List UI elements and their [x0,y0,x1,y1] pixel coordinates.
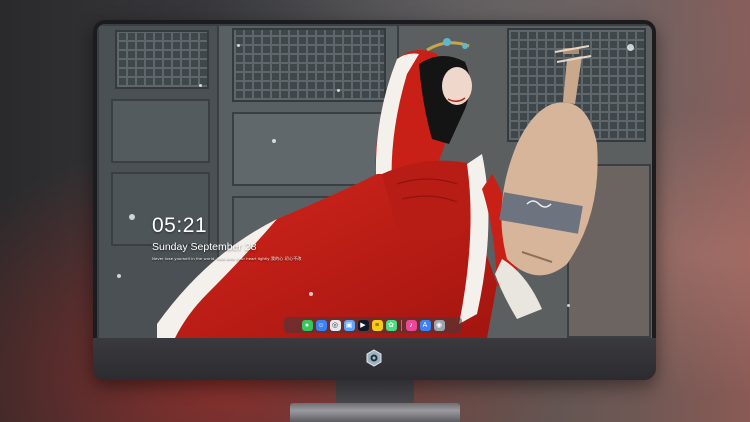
monitor-stand-base [290,403,460,422]
screen: 05:21 Sunday September 28 Never lose you… [97,24,652,338]
lock-screen-clock: 05:21 [152,214,208,237]
itunes-icon[interactable]: ♪ [405,319,417,331]
snowflake [199,84,202,87]
monitor-logo-icon [366,349,382,367]
monitor: 05:21 Sunday September 28 Never lose you… [93,20,656,380]
preview-icon[interactable]: ▣ [343,319,355,331]
wallpaper-figure [157,38,598,338]
snowflake [309,292,313,296]
lock-screen-date: Sunday September 28 [152,241,257,253]
dock: ● ☺ ◎ ▣ ▶ ≡ ✿ ♪ A ◉ [284,317,462,333]
app-store-icon[interactable]: A [419,319,431,331]
snowflake [567,304,570,307]
wallpaper [97,24,652,338]
snowflake [237,44,240,47]
messages-icon[interactable]: ● [301,319,313,331]
notes-icon[interactable]: ≡ [371,319,383,331]
finder-icon[interactable]: ☺ [315,319,327,331]
lock-screen-tagline: Never lose yourself in the world, hold o… [152,256,302,261]
snowflake [627,44,634,51]
snowflake [117,274,121,278]
snowflake [272,139,276,143]
camera-icon[interactable]: ◉ [433,319,445,331]
photos-icon[interactable]: ✿ [385,319,397,331]
snowflake [129,214,135,220]
snowflake [337,89,340,92]
monitor-chin [93,338,656,380]
dock-separator [400,319,402,331]
clapper-icon[interactable]: ▶ [357,319,369,331]
safari-icon[interactable]: ◎ [329,319,341,331]
